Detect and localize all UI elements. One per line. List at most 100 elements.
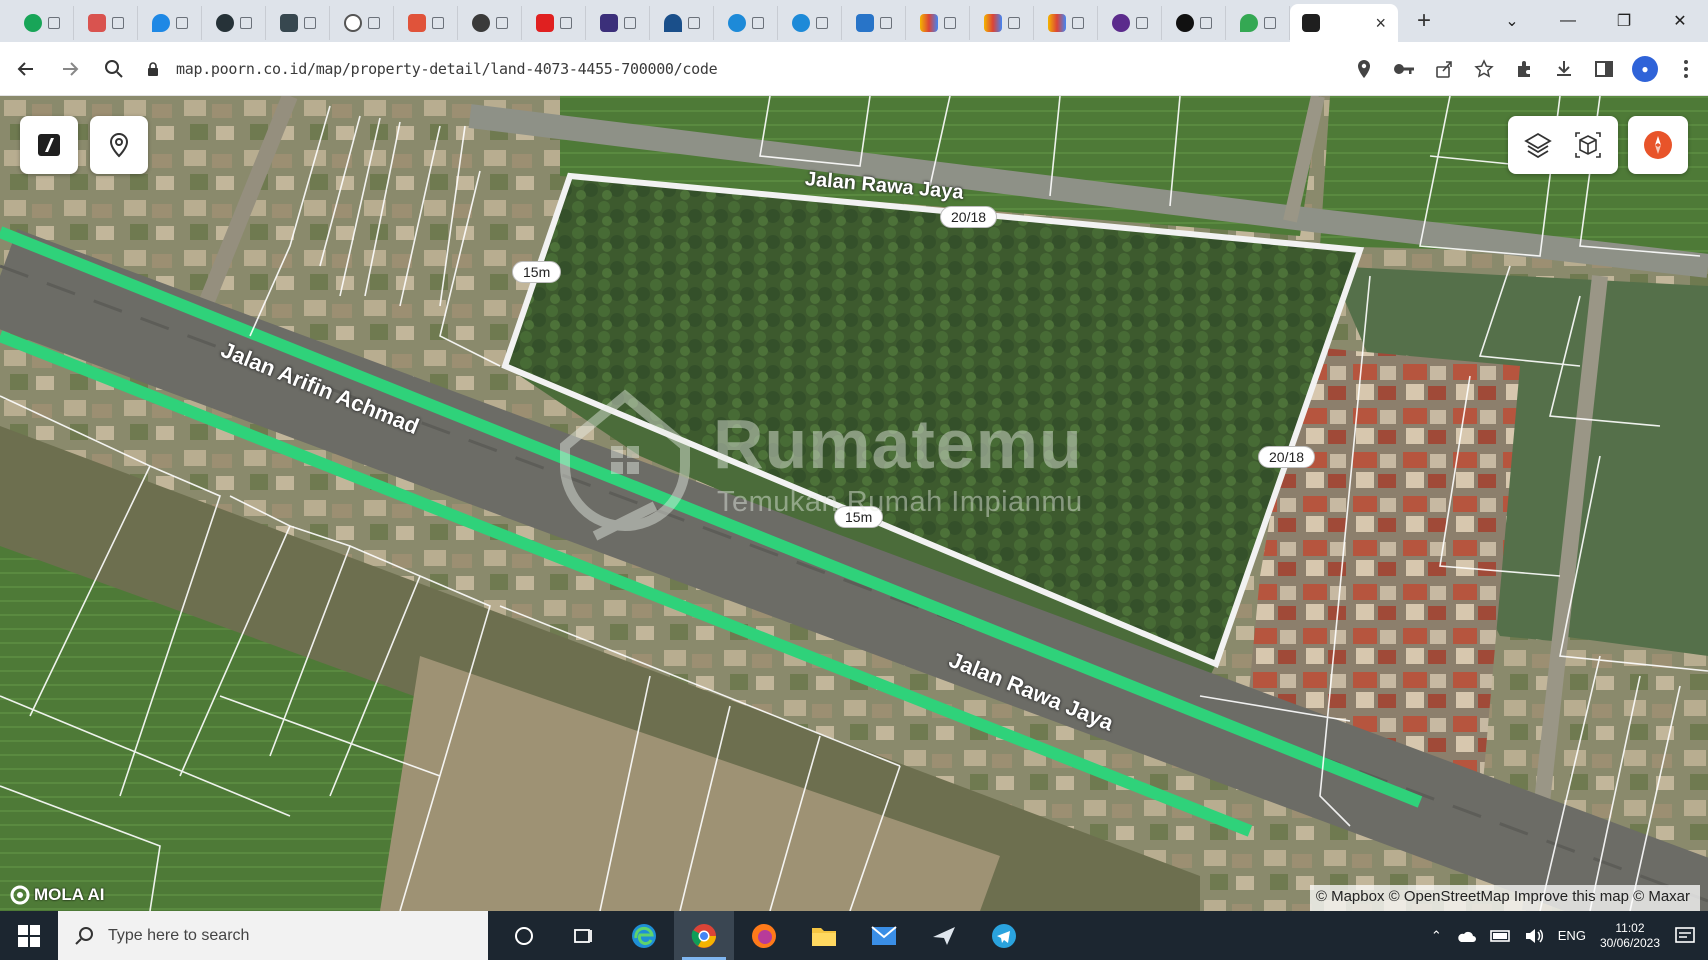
close-window-button[interactable]: ✕ (1652, 11, 1708, 31)
tab-mini-icon (367, 17, 380, 29)
satellite-map[interactable]: Jalan Rawa Jaya Jalan Arifin Achmad Jala… (0, 96, 1708, 911)
windows-logo-icon (18, 924, 40, 947)
volume-icon[interactable] (1524, 928, 1544, 944)
cube-3d-icon[interactable] (1574, 131, 1602, 159)
share-icon[interactable] (1432, 57, 1456, 81)
tray-chevron-icon[interactable]: ⌃ (1431, 928, 1442, 944)
browser-toolbar: map.poorn.co.id/map/property-detail/land… (0, 42, 1708, 96)
tab-favicon-icon (727, 14, 746, 32)
address-bar[interactable]: map.poorn.co.id/map/property-detail/land… (146, 50, 1306, 88)
tab-background[interactable] (1162, 6, 1226, 40)
bookmark-star-icon[interactable] (1472, 57, 1496, 81)
brand-name: MOLA AI (34, 885, 105, 904)
minimize-button[interactable]: — (1540, 12, 1596, 30)
tab-background[interactable] (458, 6, 522, 40)
firefox-app[interactable] (734, 911, 794, 960)
brand-logo: MOLA AI (10, 885, 105, 905)
edge-app[interactable] (614, 911, 674, 960)
taskbar-search[interactable]: Type here to search (58, 911, 488, 960)
windows-taskbar: Type here to search ⌃ ENG 11:02 30/06/20… (0, 911, 1708, 960)
tab-background[interactable] (650, 6, 714, 40)
tab-background[interactable] (74, 6, 138, 40)
back-arrow-icon (17, 61, 33, 76)
location-icon[interactable] (1352, 57, 1376, 81)
tab-favicon-icon (23, 14, 42, 32)
location-pin-button[interactable] (90, 116, 148, 174)
tab-background[interactable] (1098, 6, 1162, 40)
map-logo-icon (38, 134, 60, 156)
restore-button[interactable]: ❐ (1596, 11, 1652, 31)
tab-background[interactable] (10, 6, 74, 40)
tab-background[interactable] (778, 6, 842, 40)
tab-background[interactable] (714, 6, 778, 40)
file-explorer-app[interactable] (794, 911, 854, 960)
tab-favicon-icon (407, 14, 426, 32)
chrome-app[interactable] (674, 911, 734, 960)
dimension-label-right: 20/18 (1258, 446, 1316, 468)
watermark-title: Rumatemu (713, 405, 1083, 483)
taskbar-search-placeholder[interactable]: Type here to search (108, 927, 249, 945)
tab-background[interactable] (394, 6, 458, 40)
tab-background[interactable] (1034, 6, 1098, 40)
language-indicator[interactable]: ENG (1558, 928, 1586, 943)
house-logo-icon (560, 389, 690, 541)
download-icon[interactable] (1552, 57, 1576, 81)
tab-mini-icon (1199, 17, 1212, 29)
watermark-subtitle: Temukan Rumah Impianmu (717, 486, 1083, 518)
menu-kebab-icon[interactable] (1674, 57, 1698, 81)
tab-background[interactable] (330, 6, 394, 40)
tab-favicon-icon (343, 14, 362, 32)
taskbar-apps (494, 911, 1034, 960)
tab-search-button[interactable]: ⌄ (1484, 11, 1540, 31)
window-controls: ⌄ — ❐ ✕ (1484, 0, 1708, 42)
search-button[interactable] (96, 51, 132, 87)
tab-mini-icon (559, 17, 572, 29)
task-view-button[interactable] (554, 911, 614, 960)
tab-background[interactable] (138, 6, 202, 40)
firefox-icon (752, 923, 776, 948)
tab-background[interactable] (1226, 6, 1290, 40)
airplane-app[interactable] (914, 911, 974, 960)
tab-background[interactable] (266, 6, 330, 40)
tab-background[interactable] (842, 6, 906, 40)
dimension-label-top: 20/18 (940, 206, 998, 228)
tab-background[interactable] (970, 6, 1034, 40)
side-panel-icon[interactable] (1592, 57, 1616, 81)
tab-favicon-icon (87, 14, 106, 32)
tab-background[interactable] (586, 6, 650, 40)
search-icon (75, 926, 93, 945)
extensions-icon[interactable] (1512, 57, 1536, 81)
map-attribution[interactable]: © Mapbox © OpenStreetMap Improve this ma… (1309, 885, 1700, 911)
network-icon[interactable] (1489, 929, 1510, 943)
compass-button[interactable] (1628, 116, 1688, 174)
url-text[interactable]: map.poorn.co.id/map/property-detail/land… (176, 60, 718, 78)
system-tray: ⌃ ENG 11:02 30/06/2023 (1431, 911, 1708, 960)
forward-button[interactable] (52, 51, 88, 87)
airplane-icon (933, 926, 955, 945)
start-button[interactable] (0, 911, 58, 960)
profile-avatar-icon[interactable]: ● (1632, 56, 1658, 82)
tab-active[interactable]: × (1290, 4, 1398, 42)
tab-mini-icon (1071, 17, 1084, 29)
tab-mini-icon (943, 17, 956, 29)
tab-close-button[interactable]: × (1375, 13, 1386, 34)
onedrive-icon[interactable] (1456, 929, 1476, 943)
map-view-controls (1508, 116, 1618, 174)
tab-background[interactable] (906, 6, 970, 40)
telegram-app[interactable] (974, 911, 1034, 960)
tab-favicon-icon (471, 14, 490, 32)
tab-favicon-icon (599, 14, 618, 32)
cortana-button[interactable] (494, 911, 554, 960)
key-icon[interactable] (1392, 57, 1416, 81)
mail-app[interactable] (854, 911, 914, 960)
map-logo-button[interactable] (20, 116, 78, 174)
new-tab-button[interactable]: + (1404, 4, 1444, 38)
layers-icon[interactable] (1524, 132, 1552, 158)
tab-favicon-icon (791, 14, 810, 32)
back-button[interactable] (8, 51, 44, 87)
clock[interactable]: 11:02 30/06/2023 (1600, 921, 1660, 951)
tab-background[interactable] (202, 6, 266, 40)
search-icon (105, 59, 123, 78)
notification-icon[interactable] (1674, 926, 1696, 946)
tab-background[interactable] (522, 6, 586, 40)
